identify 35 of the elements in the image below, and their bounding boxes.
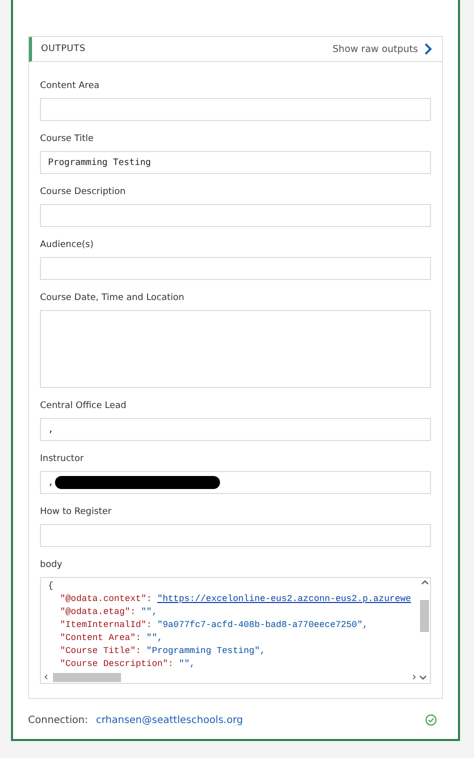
code-box[interactable] [40, 577, 431, 684]
output-field[interactable]: , [40, 471, 431, 494]
output-field[interactable]: Programming Testing [40, 151, 431, 174]
field-label: Central Office Lead [40, 400, 126, 412]
chevron-right-icon [424, 43, 432, 55]
field-value: , [48, 478, 54, 488]
field-label: How to Register [40, 506, 112, 518]
scroll-left-icon [43, 672, 50, 682]
connection-account-link[interactable]: crhansen@seattleschools.org [96, 714, 244, 726]
show-raw-outputs-link[interactable]: Show raw outputs [332, 43, 432, 55]
connection-label: Connection: [28, 714, 88, 726]
outputs-title: OUTPUTS [41, 44, 86, 54]
output-field[interactable] [40, 98, 431, 121]
code-line: "Course Description": "", [59, 658, 196, 671]
field-label: Content Area [40, 80, 100, 92]
output-field[interactable] [40, 204, 431, 227]
code-line: { [48, 580, 54, 593]
output-field[interactable] [40, 257, 431, 280]
code-line: "@odata.context": "https://excelonline-eus2.azconn-eus2.p.azurewe [59, 593, 412, 606]
field-label: Course Title [40, 133, 94, 145]
scroll-right-icon [411, 672, 418, 682]
field-value: Programming Testing [48, 158, 151, 168]
field-label: Audience(s) [40, 239, 94, 251]
output-field[interactable] [40, 310, 431, 388]
field-value: , [48, 424, 54, 434]
code-line: "Content Area": "", [59, 632, 164, 645]
code-line: "@odata.etag": "", [59, 606, 158, 619]
code-line: "ItemInternalId": "9a077fc7-acfd-408b-bad8-a770eece7250", [59, 619, 369, 632]
field-label: Course Description [40, 186, 126, 198]
field-label: Instructor [40, 453, 84, 465]
field-label: Course Date, Time and Location [40, 292, 184, 304]
output-field[interactable]: , [40, 418, 431, 441]
field-label: body [40, 559, 62, 571]
output-field[interactable] [40, 524, 431, 547]
code-line: "Course Title": "Programming Testing", [59, 645, 266, 658]
